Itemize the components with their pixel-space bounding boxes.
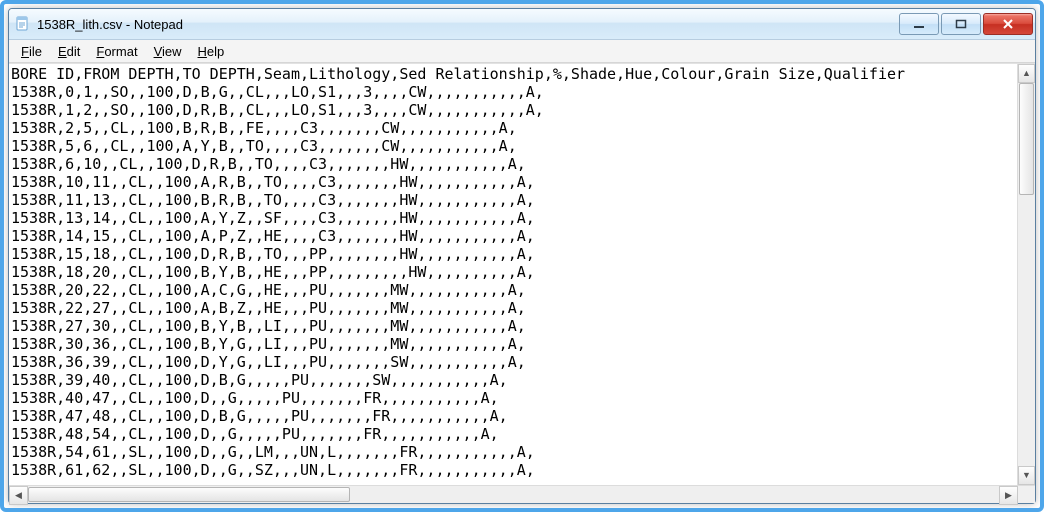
text-area[interactable]: BORE ID,FROM DEPTH,TO DEPTH,Seam,Litholo… bbox=[9, 64, 1017, 485]
vertical-scroll-track[interactable] bbox=[1018, 83, 1035, 466]
scroll-left-button[interactable]: ◀ bbox=[9, 486, 28, 505]
maximize-button[interactable] bbox=[941, 13, 981, 35]
arrow-down-icon: ▼ bbox=[1022, 471, 1031, 480]
menu-bar: File Edit Format View Help bbox=[9, 40, 1035, 63]
minimize-button[interactable] bbox=[899, 13, 939, 35]
arrow-left-icon: ◀ bbox=[15, 491, 22, 500]
vertical-scrollbar[interactable]: ▲ ▼ bbox=[1017, 64, 1035, 485]
vertical-scroll-thumb[interactable] bbox=[1019, 83, 1034, 195]
scrollbar-corner bbox=[1018, 486, 1035, 503]
menu-edit[interactable]: Edit bbox=[50, 43, 88, 60]
scroll-down-button[interactable]: ▼ bbox=[1018, 466, 1035, 485]
menu-file[interactable]: File bbox=[13, 43, 50, 60]
window-title: 1538R_lith.csv - Notepad bbox=[37, 17, 183, 32]
maximize-icon bbox=[955, 19, 967, 29]
menu-format[interactable]: Format bbox=[88, 43, 145, 60]
horizontal-scroll-track[interactable] bbox=[28, 486, 999, 503]
close-icon bbox=[1002, 19, 1014, 29]
menu-view[interactable]: View bbox=[146, 43, 190, 60]
arrow-right-icon: ▶ bbox=[1005, 491, 1012, 500]
title-bar[interactable]: 1538R_lith.csv - Notepad bbox=[9, 9, 1035, 40]
minimize-icon bbox=[913, 19, 925, 29]
scroll-right-button[interactable]: ▶ bbox=[999, 486, 1018, 505]
scroll-up-button[interactable]: ▲ bbox=[1018, 64, 1035, 83]
horizontal-scrollbar[interactable]: ◀ ▶ bbox=[9, 486, 1018, 503]
notepad-icon bbox=[15, 16, 31, 32]
horizontal-scroll-thumb[interactable] bbox=[28, 487, 350, 502]
arrow-up-icon: ▲ bbox=[1022, 69, 1031, 78]
menu-help[interactable]: Help bbox=[190, 43, 233, 60]
notepad-window: 1538R_lith.csv - Notepad File Ed bbox=[8, 8, 1036, 504]
close-button[interactable] bbox=[983, 13, 1033, 35]
